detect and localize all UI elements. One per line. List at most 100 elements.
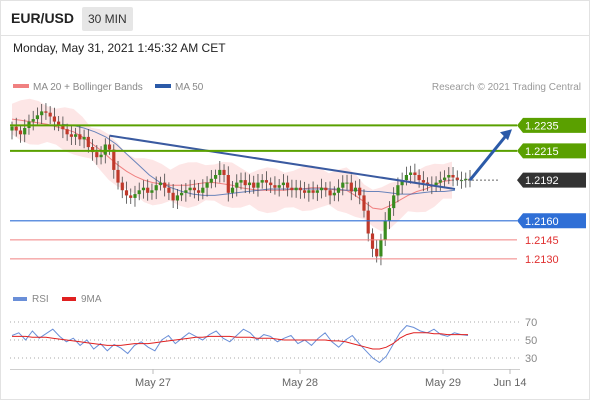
price-level-label: 1.2235 [525,120,559,132]
candle-body [82,136,86,140]
candle-body [209,178,213,183]
price-level-label: 1.2192 [525,175,559,187]
candle-body [256,182,260,188]
candle-body [86,136,90,148]
candle-body [175,195,179,201]
candle-body [239,180,243,183]
candle-body [150,190,154,193]
rsi-ma-line [12,332,468,350]
candle-body [18,130,23,135]
candle-body [31,119,35,122]
rsi-line [11,325,469,364]
candle-body [35,115,39,120]
candle-body [214,175,218,179]
candle-body [116,169,120,183]
candle-body [252,182,256,188]
chart-widget: EUR/USD 30 MIN Monday, May 31, 2021 1:45… [0,0,590,400]
x-tick-label: Jun 14 [493,377,526,389]
candle-body [307,190,311,193]
candle-body [320,187,324,191]
candle-body [260,180,264,183]
x-tick-label: May 29 [425,377,461,389]
candle-body [48,112,52,117]
price-pane: 1.2235 1.2215 1.2192 1.2160 1.2145 1.2130 [10,98,586,266]
candle-body [247,182,252,186]
candle-body [366,210,370,234]
candle-body [197,190,201,193]
candle-body [345,182,349,184]
rsi-tick-label: 70 [525,317,537,329]
candle-body [392,195,396,209]
candle-body [120,182,124,191]
candle-body [65,129,69,135]
candle-body [69,134,73,137]
price-level-label: 1.2145 [525,235,559,247]
candle-body [107,144,112,150]
candle-body [451,175,455,178]
candle-body [269,182,273,186]
x-tick-label: May 27 [135,377,171,389]
candle-body [358,187,362,196]
candle-body [404,175,408,181]
candle-body [158,182,162,186]
candle-body [375,248,379,257]
candle-body [447,175,451,178]
candle-body [235,182,239,188]
candle-body [324,187,328,191]
candle-body [74,134,78,137]
candle-body [286,182,290,188]
candle-body [180,192,184,196]
candle-body [421,180,425,183]
candle-body [298,187,302,191]
candle-body [171,192,175,201]
candle-body [184,190,188,193]
candle-body [141,187,146,191]
candle-body [362,195,366,211]
rsi-legend-swatch [13,297,27,301]
candle-body [154,185,158,191]
candle-body [52,116,56,122]
candle-body [434,182,438,186]
candle-body [129,195,133,198]
candle-body [349,182,353,192]
candle-body [163,182,167,188]
candle-body [78,134,82,140]
candle-body [124,190,129,196]
candle-body [281,182,285,186]
candle-body [40,111,44,116]
candle-body [290,187,294,191]
candle-body [294,187,298,191]
candle-body [44,111,48,113]
candle-body [112,149,116,170]
x-axis: May 27 May 28 May 29 Jun 14 [135,369,527,389]
candle-body [243,180,247,186]
candle-body [137,190,141,195]
candle-body [218,169,222,175]
bollinger-band-fill [12,98,452,232]
candle-body [341,182,345,188]
candle-body [167,187,171,193]
rsi-tick-label: 50 [525,335,537,347]
candle-body [14,126,18,131]
candle-body [409,172,413,175]
candle-body [315,190,319,193]
candle-body [353,187,358,192]
candle-body [273,185,277,188]
price-level-label: 1.2215 [525,146,559,158]
candle-body [370,233,375,249]
rsi-ma-legend-swatch [62,297,76,301]
rsi-pane: 70 50 30 [10,317,537,365]
candle-body [332,192,336,196]
candle-body [10,126,14,131]
credit-text: Research © 2021 Trading Central [432,82,581,93]
candle-body [413,172,417,175]
candle-body [311,190,315,193]
price-level-label: 1.2160 [525,216,559,228]
candle-body [205,182,209,188]
candle-body [201,187,205,193]
chart-canvas: MA 20 + Bollinger Bands MA 50 Research ©… [0,0,590,400]
candle-body [230,187,235,193]
ma20-legend-swatch [13,84,29,88]
candle-body [387,208,391,221]
ma50-legend-swatch [155,84,171,88]
